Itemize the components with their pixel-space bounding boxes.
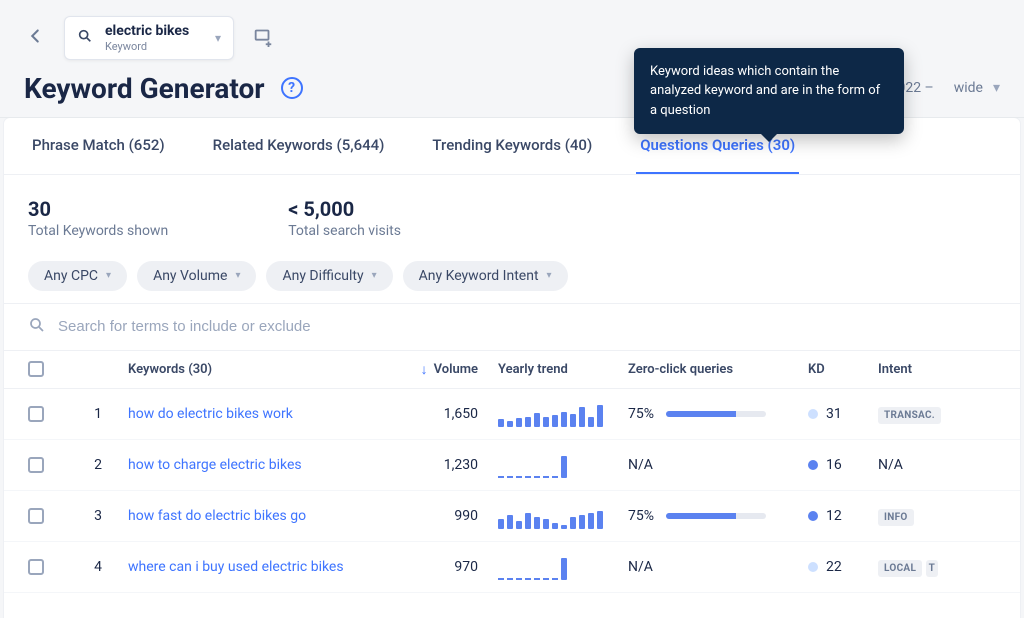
search-icon xyxy=(28,316,46,338)
kd-dot-icon xyxy=(808,511,818,521)
stat-visits-count: < 5,000 xyxy=(288,197,401,221)
progress-track xyxy=(666,411,766,417)
chevron-down-icon: ▾ xyxy=(372,270,377,281)
keyword-chip-sub: Keyword xyxy=(105,40,203,53)
row-index: 3 xyxy=(68,508,128,524)
add-card-icon[interactable] xyxy=(252,25,274,51)
chevron-down-icon: ▾ xyxy=(106,270,111,281)
stat-visits-label: Total search visits xyxy=(288,223,401,239)
chevron-down-icon: ▾ xyxy=(215,31,221,45)
intent-badge: TRANSAC. xyxy=(878,407,941,424)
back-arrow[interactable] xyxy=(24,25,46,51)
filter-chip[interactable]: Any CPC▾ xyxy=(28,261,127,291)
stat-total-count: 30 xyxy=(28,197,168,221)
kd-value: 16 xyxy=(826,457,842,473)
kd-dot-icon xyxy=(808,460,818,470)
keyword-link[interactable]: how fast do electric bikes go xyxy=(128,508,306,524)
kd-dot-icon xyxy=(808,409,818,419)
sort-arrow-down-icon: ↓ xyxy=(421,361,428,378)
row-checkbox[interactable] xyxy=(28,406,44,422)
keyword-link[interactable]: where can i buy used electric bikes xyxy=(128,559,344,575)
filter-chip[interactable]: Any Volume▾ xyxy=(137,261,256,291)
intent-badge: INFO xyxy=(878,509,914,526)
row-checkbox[interactable] xyxy=(28,457,44,473)
intent-badge: LOCAL xyxy=(878,560,922,577)
search-icon xyxy=(77,28,93,48)
tab[interactable]: Phrase Match (652) xyxy=(28,118,169,174)
row-index: 1 xyxy=(68,406,128,422)
row-index: 4 xyxy=(68,559,128,575)
chevron-down-icon: ▾ xyxy=(993,80,1000,96)
kd-value: 22 xyxy=(826,559,842,575)
zero-pct: N/A xyxy=(628,457,653,473)
questions-tooltip: Keyword ideas which contain the analyzed… xyxy=(634,48,904,135)
progress-track xyxy=(666,513,766,519)
kd-value: 31 xyxy=(826,406,842,422)
volume-value: 1,230 xyxy=(398,457,498,473)
table-row: 4where can i buy used electric bikes 970 N… xyxy=(4,542,1020,593)
table-row: 3how fast do electric bikes go 990 75% 12 IN… xyxy=(4,491,1020,542)
zero-pct: 75% xyxy=(628,508,654,524)
sparkline xyxy=(498,401,628,427)
table-search-input[interactable] xyxy=(58,318,996,335)
chevron-down-icon: ▾ xyxy=(235,270,240,281)
intent-value: N/A xyxy=(878,457,903,473)
kd-value: 12 xyxy=(826,508,842,524)
filter-chip[interactable]: Any Keyword Intent▾ xyxy=(403,261,568,291)
keyword-chip[interactable]: electric bikes Keyword ▾ xyxy=(64,16,234,60)
table-row: 1how do electric bikes work 1,650 75% 31 TRA… xyxy=(4,389,1020,440)
col-volume[interactable]: ↓Volume xyxy=(398,361,498,378)
stat-total-label: Total Keywords shown xyxy=(28,223,168,239)
chevron-down-icon: ▾ xyxy=(547,270,552,281)
sparkline xyxy=(498,503,628,529)
intent-badge: T xyxy=(926,560,939,577)
tab[interactable]: Related Keywords (5,644) xyxy=(209,118,389,174)
page-title: Keyword Generator xyxy=(24,72,265,105)
keyword-link[interactable]: how do electric bikes work xyxy=(128,406,293,422)
volume-value: 990 xyxy=(398,508,498,524)
volume-value: 1,650 xyxy=(398,406,498,422)
filter-chip[interactable]: Any Difficulty▾ xyxy=(266,261,392,291)
region-text: wide xyxy=(954,80,983,96)
col-trend[interactable]: Yearly trend xyxy=(498,362,628,377)
select-all-checkbox[interactable] xyxy=(28,361,44,377)
col-intent[interactable]: Intent xyxy=(878,362,948,377)
row-checkbox[interactable] xyxy=(28,559,44,575)
col-kd[interactable]: KD xyxy=(808,362,878,377)
table-row: 2how to charge electric bikes 1,230 N/A 16 N… xyxy=(4,440,1020,491)
row-checkbox[interactable] xyxy=(28,508,44,524)
col-zero[interactable]: Zero-click queries xyxy=(628,362,808,377)
filter-bar: Any CPC▾ Any Volume▾ Any Difficulty▾ Any Ke… xyxy=(4,261,1020,303)
tab[interactable]: Trending Keywords (40) xyxy=(428,118,596,174)
sparkline xyxy=(498,554,628,580)
zero-pct: N/A xyxy=(628,559,653,575)
kd-dot-icon xyxy=(808,562,818,572)
zero-pct: 75% xyxy=(628,406,654,422)
volume-value: 970 xyxy=(398,559,498,575)
sparkline xyxy=(498,452,628,478)
keyword-chip-text: electric bikes xyxy=(105,23,203,40)
help-icon[interactable]: ? xyxy=(281,77,303,99)
region-picker[interactable]: wide ▾ xyxy=(954,80,1000,96)
col-keywords[interactable]: Keywords (30) xyxy=(128,362,398,377)
row-index: 2 xyxy=(68,457,128,473)
keyword-link[interactable]: how to charge electric bikes xyxy=(128,457,302,473)
